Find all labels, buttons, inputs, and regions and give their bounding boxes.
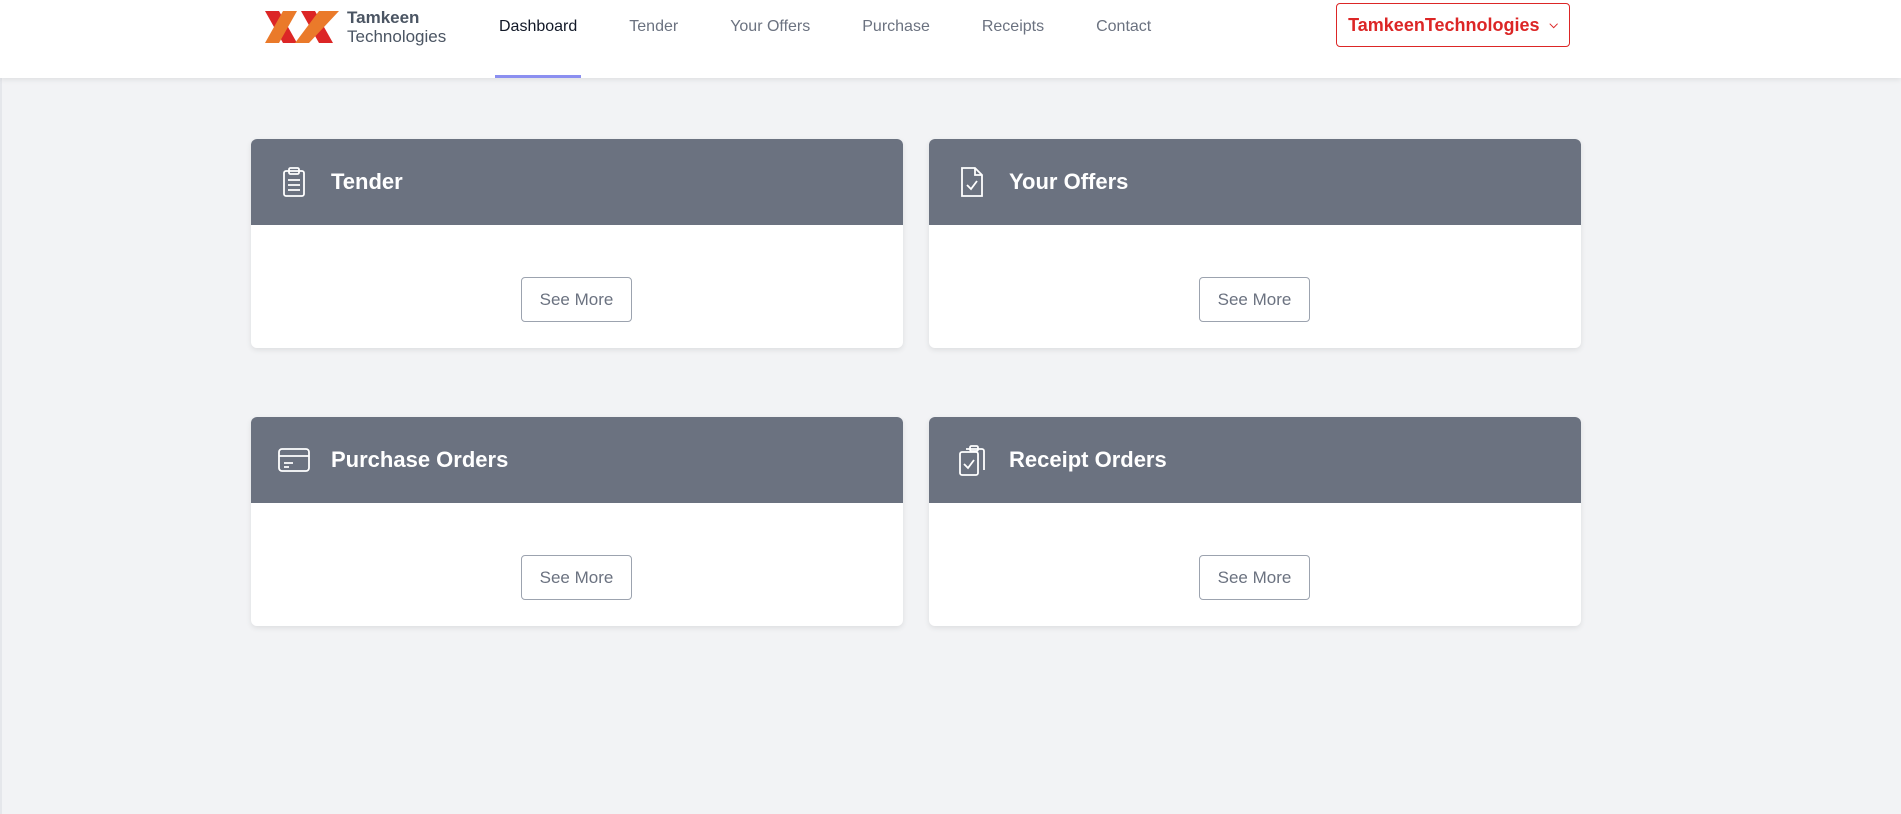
card-body: See More [929,225,1581,348]
page-edge [0,0,2,814]
top-navbar: Tamkeen Technologies Dashboard Tender Yo… [0,0,1901,78]
nav-dashboard[interactable]: Dashboard [495,0,582,78]
receipt-orders-card: Receipt Orders See More [929,417,1581,626]
credit-card-icon [278,448,310,472]
clipboard-list-icon [283,167,305,197]
nav-label: Contact [1096,18,1152,35]
nav-label: Purchase [862,18,930,35]
file-check-icon [961,167,983,197]
nav-label: Receipts [981,18,1045,35]
brand-line2: Technologies [347,27,447,46]
chevron-down-icon: ⌵ [1549,18,1558,31]
card-header: Tender [251,139,903,225]
tamkeen-logo-icon [265,11,339,43]
purchase-orders-card: Purchase Orders See More [251,417,903,626]
nav-purchase[interactable]: Purchase [858,0,934,78]
card-title: Tender [331,169,403,194]
brand-name: Tamkeen Technologies [347,8,446,46]
brand-line1: Tamkeen [347,8,420,27]
user-menu-button[interactable]: TamkeenTechnologies ⌵ [1336,3,1570,47]
tender-card: Tender See More [251,139,903,348]
your-offers-card: Your Offers See More [929,139,1581,348]
nav-your-offers[interactable]: Your Offers [726,0,814,78]
card-title: Receipt Orders [1009,447,1167,472]
main-nav: Dashboard Tender Your Offers Purchase Re… [495,0,1199,78]
see-more-button[interactable]: See More [521,555,632,600]
see-more-button[interactable]: See More [1199,555,1310,600]
nav-label: Dashboard [499,18,578,35]
card-title: Your Offers [1009,169,1129,194]
nav-contact[interactable]: Contact [1092,0,1155,78]
card-body: See More [929,503,1581,626]
see-more-button[interactable]: See More [521,277,632,322]
brand-logo[interactable]: Tamkeen Technologies [265,8,446,46]
card-header: Purchase Orders [251,417,903,503]
nav-label: Your Offers [730,18,811,35]
card-header: Your Offers [929,139,1581,225]
nav-tender[interactable]: Tender [625,0,682,78]
clipboard-check-icon [959,445,985,476]
nav-label: Tender [629,18,679,35]
card-body: See More [251,225,903,348]
nav-receipts[interactable]: Receipts [978,0,1048,78]
card-title: Purchase Orders [331,447,509,472]
see-more-button[interactable]: See More [1199,277,1310,322]
user-menu-label: TamkeenTechnologies [1348,14,1540,35]
card-body: See More [251,503,903,626]
card-header: Receipt Orders [929,417,1581,503]
